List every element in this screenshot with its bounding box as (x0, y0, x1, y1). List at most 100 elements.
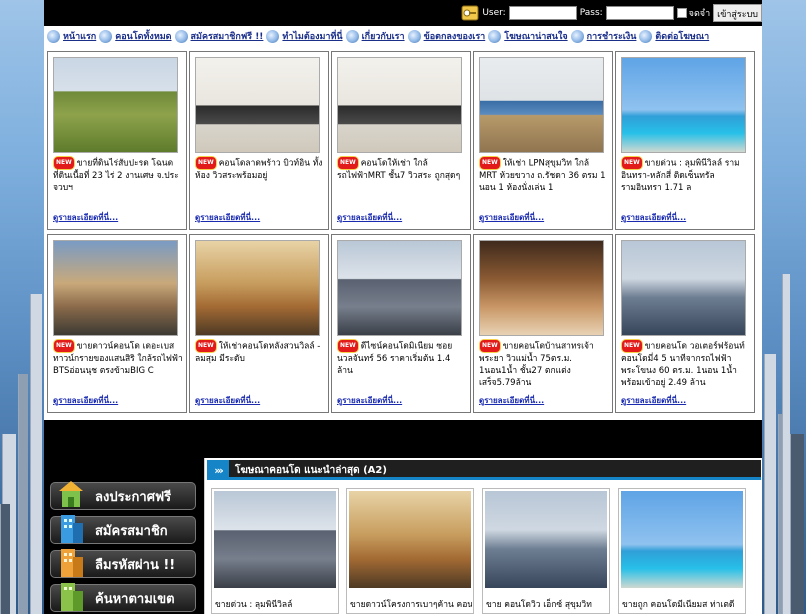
listing-photo[interactable] (337, 240, 462, 336)
more-link[interactable]: ดูรายละเอียดที่นี่... (53, 211, 118, 224)
nav-link[interactable]: สมัครสมาชิกฟรี !! (191, 29, 264, 43)
nav-link[interactable]: ติดต่อโฆษณา (655, 29, 709, 43)
nav-item-register[interactable]: สมัครสมาชิกฟรี !! (174, 29, 264, 43)
nav-item-about[interactable]: เกี่ยวกับเรา (345, 29, 405, 43)
side-menu-label: สมัครสมาชิก (95, 523, 168, 539)
remember-option[interactable]: จดจำ (676, 6, 710, 20)
side-menu-label: ลงประกาศฟรี (95, 489, 172, 505)
recommended-card[interactable]: ขายด่วน : ลุมพินีวิลล์ (211, 488, 339, 614)
search-by-district-button[interactable]: ค้นหาตามเขต (50, 583, 196, 612)
background-skyline-left (0, 0, 44, 614)
more-link[interactable]: ดูรายละเอียดที่นี่... (53, 394, 118, 407)
new-badge: NEW (195, 156, 217, 170)
listing-text[interactable]: NEW ให้เช่าคอนโดหลังสวนวิลล์ - ลมสุม มีระ… (195, 339, 325, 365)
main-nav: หน้าแรก คอนโดทั้งหมด สมัครสมาชิกฟรี !! ท… (44, 26, 762, 46)
recommended-text[interactable]: ขายดาวน์โครงการเบาๆค้าน คอน (350, 597, 472, 611)
recommended-text[interactable]: ขายด่วน : ลุมพินีวิลล์ (215, 597, 337, 611)
nav-item-featured-ads[interactable]: โฆษณาน่าสนใจ (488, 29, 568, 43)
remember-checkbox[interactable] (676, 8, 687, 18)
house-icon (59, 481, 83, 507)
listing-card[interactable]: NEW ดีไซน์คอนโดมิเนียม ซอย นวลจันทร์ 56 ร… (331, 234, 471, 413)
recommended-section: ››› โฆษณาคอนโด แนะนำล่าสุด (A2) ขายด่วน … (204, 458, 762, 614)
building-icon (61, 583, 83, 611)
login-button[interactable]: เข้าสู่ระบบ (713, 4, 762, 22)
listing-card[interactable]: NEW คอนโดลาดพร้าว บิวท์อิน ทั้งห้อง วิวสร… (189, 51, 329, 230)
listing-photo[interactable] (621, 57, 746, 153)
more-link[interactable]: ดูรายละเอียดที่นี่... (621, 211, 686, 224)
nav-link[interactable]: เกี่ยวกับเรา (362, 29, 405, 43)
listing-card[interactable]: NEW ขายดาวน์คอนโด เดอะเบส ทาวน์กรายของแสน… (47, 234, 187, 413)
recommended-card[interactable]: ขายถูก คอนโดมีเนียมส ท่าเตดี (618, 488, 746, 614)
recommended-header: ››› โฆษณาคอนโด แนะนำล่าสุด (A2) (207, 460, 761, 480)
listing-photo[interactable] (195, 57, 320, 153)
register-button[interactable]: สมัครสมาชิก (50, 515, 196, 544)
nav-link[interactable]: ทำไมต้องมาที่นี่ (282, 29, 342, 43)
recommended-photo[interactable] (349, 491, 471, 588)
listing-card[interactable]: NEW ขายด่วน : ลุมพินีวิลล์ ราม อินทรา-หลั… (615, 51, 755, 230)
listing-photo[interactable] (479, 57, 604, 153)
more-link[interactable]: ดูรายละเอียดที่นี่... (479, 211, 544, 224)
nav-item-all-condos[interactable]: คอนโดทั้งหมด (99, 29, 172, 43)
recommended-text[interactable]: ขายถูก คอนโดมีเนียมส ท่าเตดี (622, 597, 744, 611)
recommended-card[interactable]: ขาย คอนโดวิว เอ็กซ์ สุขุมวิท (482, 488, 610, 614)
listing-text[interactable]: NEW ขายที่ดินไร่สับปะรด โฉนด ที่ดินเนื้อท… (53, 156, 183, 194)
listing-text[interactable]: NEW คอนโดลาดพร้าว บิวท์อิน ทั้งห้อง วิวสร… (195, 156, 325, 182)
nav-link[interactable]: หน้าแรก (63, 29, 96, 43)
side-menu-label: ค้นหาตามเขต (95, 591, 175, 607)
listing-photo[interactable] (621, 240, 746, 336)
listing-text[interactable]: NEW คอนโดให้เช่า ใกล้รถไฟฟ้าMRT ชั้น7 วิว… (337, 156, 467, 182)
nav-link[interactable]: คอนโดทั้งหมด (115, 29, 171, 43)
listing-card[interactable]: NEW คอนโดให้เช่า ใกล้รถไฟฟ้าMRT ชั้น7 วิว… (331, 51, 471, 230)
more-link[interactable]: ดูรายละเอียดที่นี่... (479, 394, 544, 407)
pass-label: Pass: (579, 8, 603, 18)
background-skyline-right (762, 0, 806, 614)
new-badge: NEW (53, 339, 75, 353)
listing-text[interactable]: NEW ขายคอนโดบ้านสาทรเจ้า พระยา วิวแม่น้ำ … (479, 339, 609, 389)
recommended-card[interactable]: ขายดาวน์โครงการเบาๆค้าน คอน (346, 488, 474, 614)
new-badge: NEW (337, 339, 359, 353)
listing-card[interactable]: NEW ให้เช่า LPNสุขุมวิท ใกล้ MRT ห้วยขวาง… (473, 51, 613, 230)
nav-item-why-us[interactable]: ทำไมต้องมาที่นี่ (266, 29, 343, 43)
listing-card[interactable]: NEW ให้เช่าคอนโดหลังสวนวิลล์ - ลมสุม มีระ… (189, 234, 329, 413)
listing-text[interactable]: NEW ขายดาวน์คอนโด เดอะเบส ทาวน์กรายของแสน… (53, 339, 183, 377)
post-free-button[interactable]: ลงประกาศฟรี (50, 481, 196, 510)
listing-photo[interactable] (337, 57, 462, 153)
listing-text[interactable]: NEW ขายด่วน : ลุมพินีวิลล์ ราม อินทรา-หลั… (621, 156, 751, 194)
nav-link[interactable]: ข้อตกลงของเรา (424, 29, 486, 43)
listing-card[interactable]: NEW ขายคอนโดบ้านสาทรเจ้า พระยา วิวแม่น้ำ … (473, 234, 613, 413)
building-icon (61, 515, 83, 543)
listing-photo[interactable] (479, 240, 604, 336)
new-badge: NEW (621, 156, 643, 170)
more-link[interactable]: ดูรายละเอียดที่นี่... (621, 394, 686, 407)
nav-item-payment[interactable]: การชำระเงิน (570, 29, 637, 43)
section-divider (44, 420, 762, 458)
globe-icon (99, 29, 113, 43)
listing-photo[interactable] (53, 57, 178, 153)
listing-card[interactable]: NEW ขายที่ดินไร่สับปะรด โฉนด ที่ดินเนื้อท… (47, 51, 187, 230)
recommended-photo[interactable] (214, 491, 336, 588)
listing-text[interactable]: NEW ขายคอนโด วอเตอร์ฟร้อนท์ คอนโดมี่4 5 น… (621, 339, 751, 389)
recommended-title: โฆษณาคอนโด แนะนำล่าสุด (A2) (235, 464, 387, 476)
nav-item-contact-ads[interactable]: ติดต่อโฆษณา (639, 29, 709, 43)
nav-item-terms[interactable]: ข้อตกลงของเรา (407, 29, 486, 43)
more-link[interactable]: ดูรายละเอียดที่นี่... (195, 394, 260, 407)
listing-card[interactable]: NEW ขายคอนโด วอเตอร์ฟร้อนท์ คอนโดมี่4 5 น… (615, 234, 755, 413)
more-link[interactable]: ดูรายละเอียดที่นี่... (337, 394, 402, 407)
nav-link[interactable]: โฆษณาน่าสนใจ (504, 29, 567, 43)
new-badge: NEW (337, 156, 359, 170)
listing-text[interactable]: NEW ให้เช่า LPNสุขุมวิท ใกล้ MRT ห้วยขวาง… (479, 156, 609, 194)
listing-text[interactable]: NEW ดีไซน์คอนโดมิเนียม ซอย นวลจันทร์ 56 ร… (337, 339, 467, 377)
recommended-text[interactable]: ขาย คอนโดวิว เอ็กซ์ สุขุมวิท (486, 597, 608, 611)
username-input[interactable] (508, 6, 577, 20)
recommended-photo[interactable] (485, 491, 607, 588)
more-link[interactable]: ดูรายละเอียดที่นี่... (337, 211, 402, 224)
more-link[interactable]: ดูรายละเอียดที่นี่... (195, 211, 260, 224)
password-input[interactable] (605, 6, 674, 20)
nav-item-home[interactable]: หน้าแรก (47, 29, 96, 43)
listing-photo[interactable] (53, 240, 178, 336)
listing-photo[interactable] (195, 240, 320, 336)
forgot-password-button[interactable]: ลืมรหัสผ่าน !! (50, 549, 196, 578)
new-badge: NEW (195, 339, 217, 353)
recommended-photo[interactable] (621, 491, 743, 588)
nav-link[interactable]: การชำระเงิน (587, 29, 637, 43)
